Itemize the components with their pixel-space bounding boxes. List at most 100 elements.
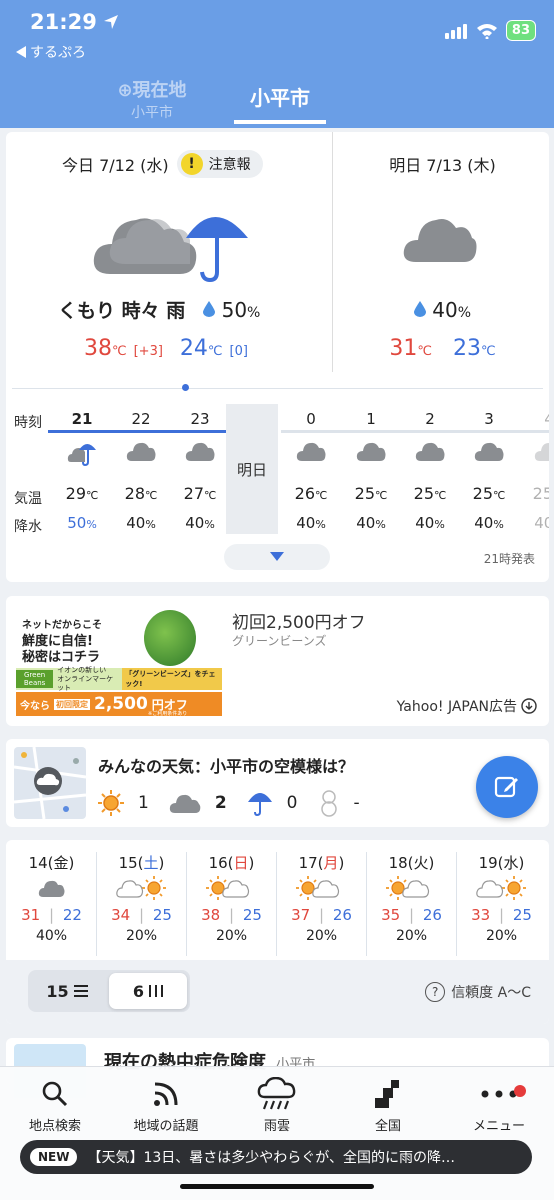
day-date-pre: 18( <box>388 854 414 872</box>
signal-icon <box>444 23 467 39</box>
hourly-label-temp: 気温 <box>14 491 42 507</box>
today-high-diff: [+3] <box>133 344 163 359</box>
tab-current-location[interactable]: ⊕現在地 小平市 <box>92 76 212 122</box>
day-temps: 31 | 22 <box>6 906 97 924</box>
ad-banner-line1: ネットだからこそ <box>22 620 102 631</box>
back-arrow-icon <box>16 46 26 58</box>
hour-column: 22 28℃ 40% <box>112 404 170 534</box>
cloudy-count: 2 <box>169 792 227 814</box>
day-column[interactable]: 14(金) 31 | 22 40% <box>6 840 97 960</box>
snowy-count: - <box>318 789 360 817</box>
day-divider <box>96 852 97 956</box>
day-column[interactable]: 16(日) 38 | 25 20% <box>186 840 277 960</box>
temp-separator: | <box>408 906 415 924</box>
hour-label: 21 <box>71 410 93 428</box>
day-date-post: ) <box>338 854 345 872</box>
day-column[interactable]: 19(水) 33 | 25 20% <box>456 840 547 960</box>
columns-icon <box>149 985 164 997</box>
ad-offer-limited: 初回限定 <box>54 698 90 710</box>
back-link[interactable]: するぷろ <box>16 42 86 62</box>
tab-rain-radar[interactable]: 雨雲 <box>222 1077 332 1134</box>
day-date-post: ) <box>518 854 525 872</box>
hour-temp-unit: ℃ <box>145 489 158 502</box>
warning-badge[interactable]: ! 注意報 <box>176 150 263 178</box>
news-ticker[interactable]: NEW 【天気】13日、暑さは多少やわらぐが、全国的に雨の降… <box>20 1140 532 1174</box>
tab-nationwide[interactable]: 全国 <box>333 1077 443 1134</box>
day-column[interactable]: 18(火) 35 | 26 20% <box>366 840 457 960</box>
hour-weather-icon <box>67 440 97 470</box>
expand-hourly-button[interactable] <box>224 544 330 570</box>
hour-temp-unit: ℃ <box>315 489 328 502</box>
community-weather-card[interactable]: みんなの天気：小平市の空模様は？ 1 2 0 - <box>6 739 549 827</box>
ad-title[interactable]: 初回2,500円オフ <box>232 608 366 633</box>
wifi-icon <box>476 23 497 39</box>
day-date-post: ) <box>428 854 435 872</box>
temp-separator: | <box>228 906 235 924</box>
rss-icon <box>154 1082 178 1106</box>
tomorrow-rain-chance: 40% <box>336 298 549 322</box>
day-rain: 20% <box>395 928 428 944</box>
range-option-6[interactable]: 6 <box>109 973 187 1009</box>
sun-cloud-icon <box>206 876 250 900</box>
day-weather-icon <box>26 876 78 906</box>
hour-rain: 40% <box>112 514 170 532</box>
day-date-pre: 16( <box>208 854 234 872</box>
raindrop-icon <box>203 301 216 317</box>
tab-location-search[interactable]: 地点検索 <box>0 1077 110 1134</box>
hour-weather-icon <box>126 440 156 466</box>
hour-label: 23 <box>190 410 210 428</box>
day-temps: 33 | 25 <box>456 906 547 924</box>
hour-temp: 25℃ <box>342 484 400 503</box>
hour-label: 0 <box>306 410 316 428</box>
day-of-week: 土 <box>143 854 159 872</box>
tab-menu[interactable]: メニュー <box>444 1077 554 1134</box>
hour-column: 23 27℃ 40% <box>171 404 229 534</box>
weekly-footer: 15 6 ? 信頼度 A〜C <box>6 960 549 1024</box>
hour-column: 3 25℃ 40% <box>460 404 518 534</box>
ad-card[interactable]: ネットだからこそ 鮮度に自信! 秘密はコチラ Green Beans イオンの新… <box>6 596 549 726</box>
hour-temp-value: 25 <box>472 484 493 503</box>
tomorrow-panel[interactable]: 明日 7/13 (木) 40% 31℃ 23℃ <box>336 132 549 364</box>
day-date: 14(金) <box>6 852 97 873</box>
cloud-sun-icon <box>116 876 166 900</box>
day-temps: 34 | 25 <box>96 906 187 924</box>
hour-temp-value: 29 <box>65 484 86 503</box>
battery-indicator: 83 <box>505 20 536 41</box>
cloud-icon <box>185 442 215 461</box>
hour-column: 4 25℃ 40% <box>520 404 549 534</box>
warning-label: 注意報 <box>208 157 251 173</box>
ad-offer-note: ※ご利用条件あり <box>148 711 188 717</box>
tomorrow-date: 明日 7/13 (木) <box>389 156 496 175</box>
tab-underline <box>234 120 326 124</box>
hourly-label-time: 時刻 <box>14 415 42 431</box>
hour-rain-value: 40 <box>534 514 549 532</box>
tab-local-topics[interactable]: 地域の話題 <box>111 1077 221 1134</box>
day-column[interactable]: 17(月) 37 | 26 20% <box>276 840 367 960</box>
day-temps: 35 | 26 <box>366 906 457 924</box>
warning-icon: ! <box>180 153 203 175</box>
day-divider <box>276 852 277 956</box>
forecast-range-toggle[interactable]: 15 6 <box>28 970 190 1012</box>
day-of-week: 金 <box>53 854 69 872</box>
ad-banner[interactable]: ネットだからこそ 鮮度に自信! 秘密はコチラ Green Beans イオンの新… <box>16 608 222 717</box>
hour-label: 3 <box>484 410 494 428</box>
day-date: 16(日) <box>186 852 277 873</box>
range-option-15[interactable]: 15 <box>28 970 106 1012</box>
today-panel[interactable]: 今日 7/12 (水) ! 注意報 くもり 時々 雨 50% 38℃ [+3] … <box>6 132 328 364</box>
hour-weather-icon <box>474 440 504 466</box>
today-rain-unit: % <box>247 305 261 321</box>
hour-temp: 25℃ <box>460 484 518 503</box>
tomorrow-rain-unit: % <box>457 305 472 321</box>
reliability-info[interactable]: ? 信頼度 A〜C <box>425 982 531 1002</box>
day-column[interactable]: 15(土) 34 | 25 20% <box>96 840 187 960</box>
cloud-sun-icon <box>476 876 526 900</box>
hour-temp-unit: ℃ <box>375 489 388 502</box>
post-weather-button[interactable] <box>476 756 538 818</box>
hourly-forecast[interactable]: 時刻 気温 降水 明日 21 29℃ 50% 22 28℃ 40% 23 27℃ 40% 0 26℃… <box>6 404 549 534</box>
day-high: 34 <box>111 906 131 924</box>
cloud-icon <box>356 442 386 461</box>
tab-selected-city[interactable]: 小平市 <box>234 82 326 111</box>
ad-label[interactable]: Yahoo! JAPAN広告 <box>397 696 537 716</box>
home-indicator <box>180 1184 374 1189</box>
day-date: 17(月) <box>276 852 367 873</box>
